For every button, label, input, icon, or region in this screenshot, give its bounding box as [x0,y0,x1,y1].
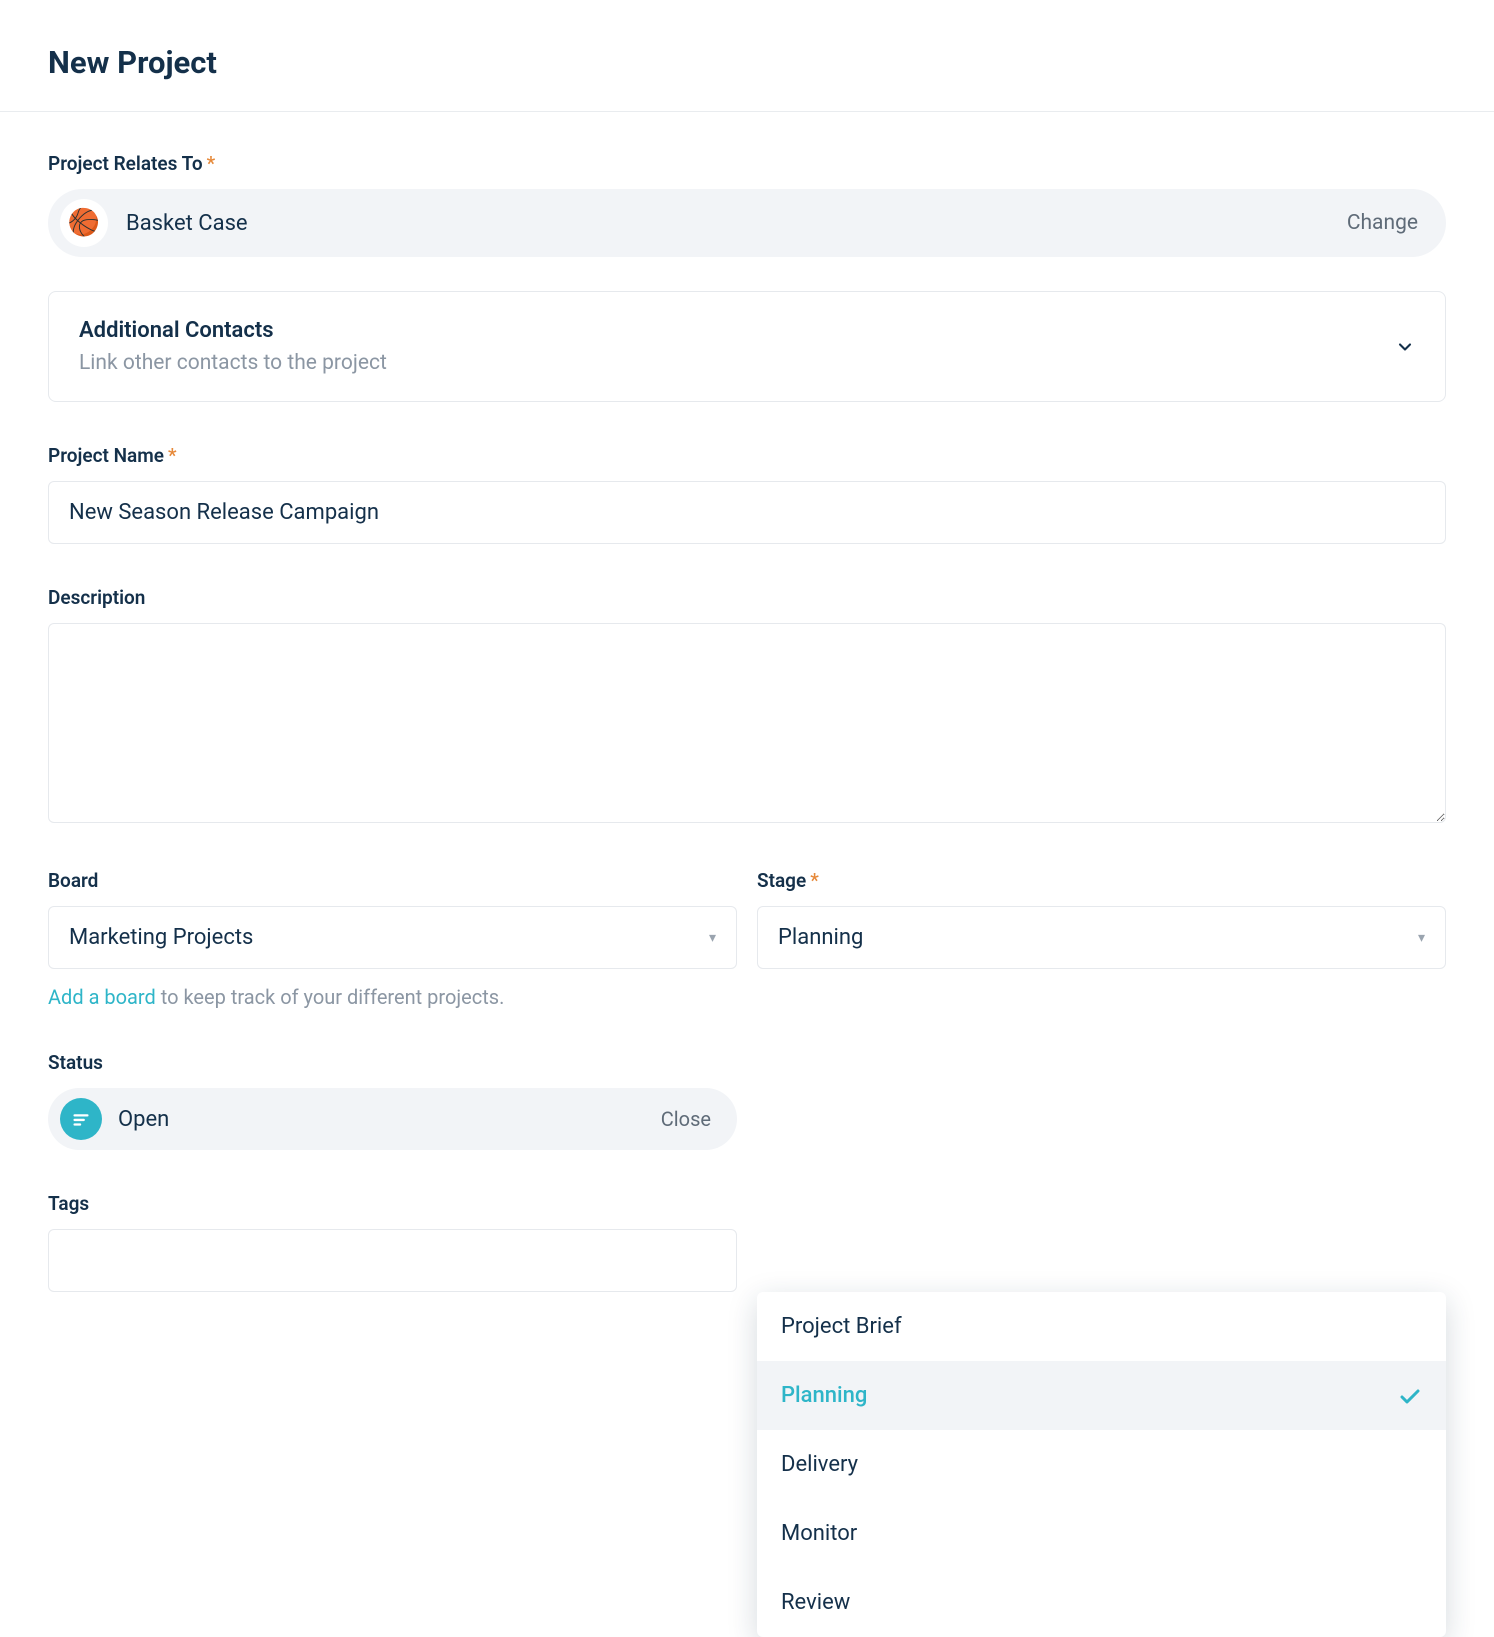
stage-value: Planning [778,925,863,950]
stage-option-label: Review [781,1590,850,1615]
stage-option[interactable]: Planning [757,1361,1446,1430]
stage-option[interactable]: Delivery [757,1430,1446,1499]
status-icon [60,1098,102,1140]
project-name-input[interactable] [48,481,1446,544]
contacts-subtitle: Link other contacts to the project [79,351,387,375]
relates-label-text: Project Relates To [48,152,203,175]
project-name-label-text: Project Name [48,444,164,467]
close-button[interactable]: Close [661,1107,711,1131]
stage-dropdown: Project Brief Planning Delivery Monitor Revi… [757,1292,1446,1637]
required-asterisk: * [810,869,819,892]
required-asterisk: * [168,444,177,467]
description-textarea[interactable] [48,623,1446,823]
relates-avatar: 🏀 [60,199,108,247]
chevron-down-icon [1395,337,1415,357]
tags-label: Tags [48,1192,737,1215]
status-pill: Open Close [48,1088,737,1150]
board-hint-rest: to keep track of your different projects… [156,985,505,1009]
tags-input[interactable] [48,1229,737,1292]
relates-label: Project Relates To* [48,152,1446,175]
additional-contacts-card[interactable]: Additional Contacts Link other contacts … [48,291,1446,402]
stage-select[interactable]: Planning ▾ [757,906,1446,969]
stage-option-label: Monitor [781,1521,857,1546]
required-asterisk: * [207,152,216,175]
stage-option-label: Project Brief [781,1314,902,1339]
stage-option-label: Planning [781,1383,867,1408]
stage-option[interactable]: Review [757,1568,1446,1637]
caret-down-icon: ▾ [1418,930,1425,946]
description-label: Description [48,586,1446,609]
caret-down-icon: ▾ [709,930,716,946]
stage-option[interactable]: Project Brief [757,1292,1446,1361]
board-hint: Add a board to keep track of your differ… [48,985,737,1009]
status-label: Status [48,1051,737,1074]
relates-card: 🏀 Basket Case Change [48,189,1446,257]
relates-name: Basket Case [126,211,248,236]
status-value: Open [118,1107,169,1132]
change-button[interactable]: Change [1347,211,1418,235]
board-value: Marketing Projects [69,925,253,950]
stage-option-label: Delivery [781,1452,858,1477]
stage-label-text: Stage [757,869,806,892]
board-label: Board [48,869,737,892]
basketball-icon: 🏀 [68,208,100,238]
add-board-link[interactable]: Add a board [48,985,156,1009]
contacts-title: Additional Contacts [79,318,387,343]
project-name-label: Project Name* [48,444,1446,467]
stage-label: Stage* [757,869,1446,892]
bars-icon [70,1108,92,1130]
check-icon [1398,1384,1422,1408]
stage-option[interactable]: Monitor [757,1499,1446,1568]
board-select[interactable]: Marketing Projects ▾ [48,906,737,969]
page-title: New Project [48,44,1446,81]
